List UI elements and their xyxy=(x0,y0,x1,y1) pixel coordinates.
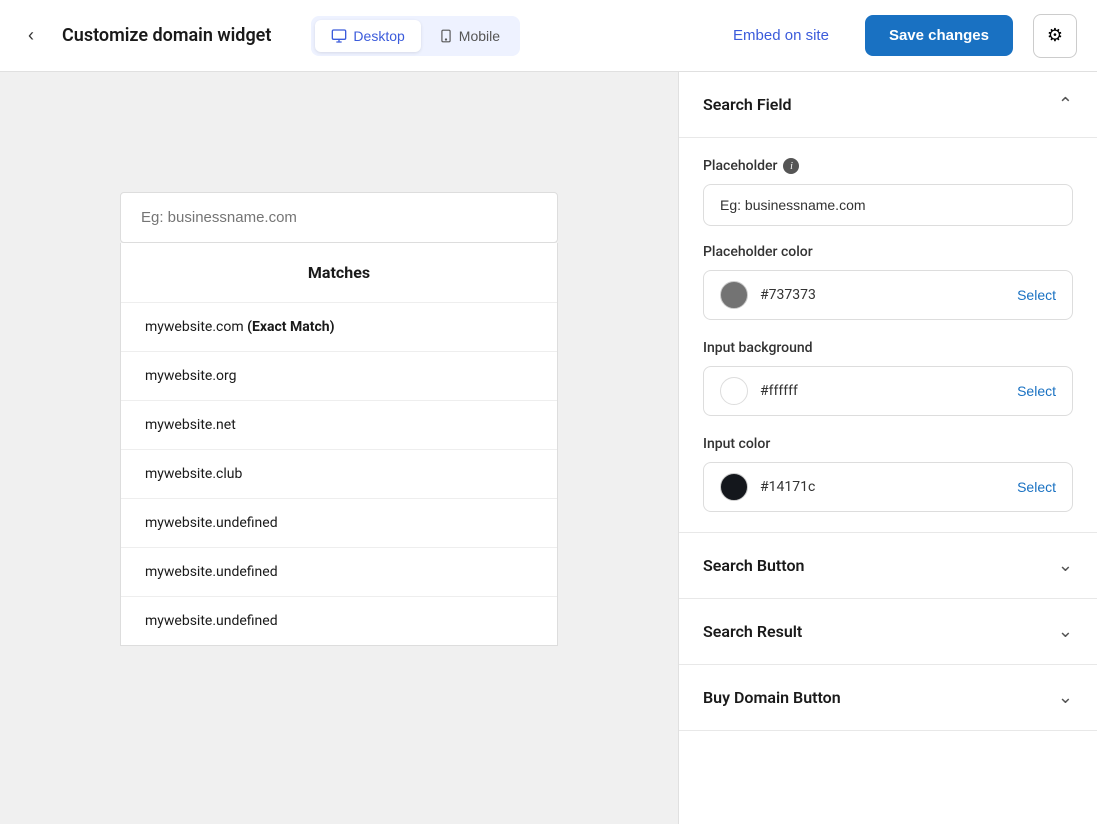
mobile-view-button[interactable]: Mobile xyxy=(423,20,516,52)
input-bg-label: Input background xyxy=(703,340,1073,356)
list-item: mywebsite.org xyxy=(121,351,557,400)
domain-name: mywebsite.club xyxy=(145,466,242,482)
info-icon: i xyxy=(783,158,799,174)
matches-section: Matches mywebsite.com (Exact Match) mywe… xyxy=(120,243,558,646)
chevron-down-icon: ⌄ xyxy=(1058,555,1073,576)
search-result-title: Search Result xyxy=(703,622,802,641)
placeholder-color-field: #737373 Select xyxy=(703,270,1073,320)
domain-name: mywebsite.undefined xyxy=(145,564,278,580)
input-bg-color-field: #ffffff Select xyxy=(703,366,1073,416)
chevron-down-icon: ⌄ xyxy=(1058,687,1073,708)
list-item: mywebsite.undefined xyxy=(121,498,557,547)
chevron-down-icon: ⌄ xyxy=(1058,621,1073,642)
list-item: mywebsite.club xyxy=(121,449,557,498)
preview-panel: Matches mywebsite.com (Exact Match) mywe… xyxy=(0,72,678,824)
input-color-swatch xyxy=(720,473,748,501)
input-bg-color-value: #ffffff xyxy=(760,383,1017,399)
search-button-title: Search Button xyxy=(703,556,804,575)
domain-name: mywebsite.undefined xyxy=(145,515,278,531)
search-field-section-header[interactable]: Search Field ⌃ xyxy=(679,72,1097,138)
main-layout: Matches mywebsite.com (Exact Match) mywe… xyxy=(0,72,1097,824)
domain-name: mywebsite.org xyxy=(145,368,237,384)
domain-name: mywebsite.com xyxy=(145,319,247,335)
search-box-preview xyxy=(120,192,558,243)
desktop-view-button[interactable]: Desktop xyxy=(315,20,420,52)
matches-title: Matches xyxy=(121,243,557,302)
placeholder-label: Placeholder i xyxy=(703,158,1073,174)
list-item: mywebsite.net xyxy=(121,400,557,449)
search-field-title: Search Field xyxy=(703,95,792,114)
placeholder-color-select-button[interactable]: Select xyxy=(1017,287,1056,303)
search-field-content: Placeholder i Placeholder color #737373 … xyxy=(679,138,1097,533)
right-panel: Search Field ⌃ Placeholder i Placeholder… xyxy=(678,72,1097,824)
input-color-value: #14171c xyxy=(760,479,1017,495)
buy-domain-section-header[interactable]: Buy Domain Button ⌄ xyxy=(679,665,1097,731)
input-color-field: #14171c Select xyxy=(703,462,1073,512)
placeholder-input[interactable] xyxy=(703,184,1073,226)
page-title: Customize domain widget xyxy=(62,25,271,46)
search-button-section-header[interactable]: Search Button ⌄ xyxy=(679,533,1097,599)
input-bg-color-swatch xyxy=(720,377,748,405)
settings-button[interactable]: ⚙ xyxy=(1033,14,1077,58)
embed-on-site-button[interactable]: Embed on site xyxy=(717,19,845,52)
input-bg-block: Input background #ffffff Select xyxy=(703,340,1073,416)
view-toggle: Desktop Mobile xyxy=(311,16,520,56)
back-button[interactable]: ‹ xyxy=(20,17,42,54)
header: ‹ Customize domain widget Desktop Mobile… xyxy=(0,0,1097,72)
placeholder-field-block: Placeholder i xyxy=(703,158,1073,226)
buy-domain-title: Buy Domain Button xyxy=(703,688,841,707)
placeholder-color-block: Placeholder color #737373 Select xyxy=(703,244,1073,320)
input-color-label: Input color xyxy=(703,436,1073,452)
domain-name: mywebsite.net xyxy=(145,417,236,433)
list-item: mywebsite.undefined xyxy=(121,547,557,596)
search-input-preview[interactable] xyxy=(121,193,557,242)
mobile-icon xyxy=(439,28,453,44)
exact-match-label: (Exact Match) xyxy=(247,319,334,335)
placeholder-color-swatch xyxy=(720,281,748,309)
input-color-select-button[interactable]: Select xyxy=(1017,479,1056,495)
chevron-up-icon: ⌃ xyxy=(1058,94,1073,115)
input-bg-select-button[interactable]: Select xyxy=(1017,383,1056,399)
placeholder-color-value: #737373 xyxy=(760,287,1017,303)
domain-name: mywebsite.undefined xyxy=(145,613,278,629)
list-item: mywebsite.undefined xyxy=(121,596,557,645)
search-result-section-header[interactable]: Search Result ⌄ xyxy=(679,599,1097,665)
gear-icon: ⚙ xyxy=(1047,25,1063,46)
placeholder-color-label: Placeholder color xyxy=(703,244,1073,260)
list-item: mywebsite.com (Exact Match) xyxy=(121,302,557,351)
desktop-icon xyxy=(331,28,347,44)
input-color-block: Input color #14171c Select xyxy=(703,436,1073,512)
save-changes-button[interactable]: Save changes xyxy=(865,15,1013,56)
